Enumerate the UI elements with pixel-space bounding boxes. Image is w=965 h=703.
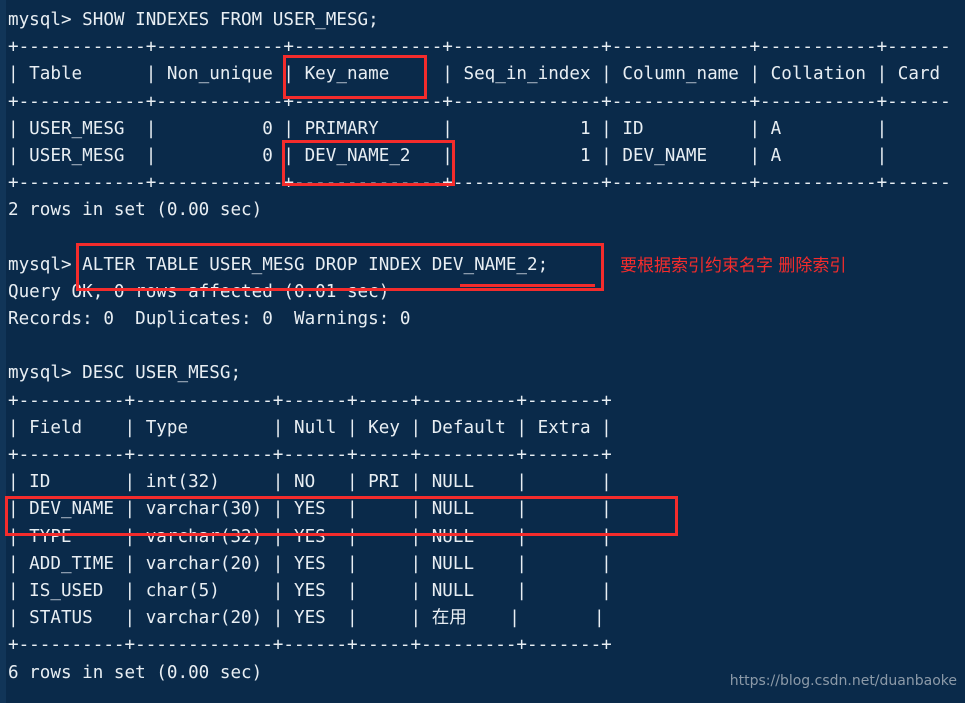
console-line-idx-sep-top: +------------+------------+-------------… (8, 37, 951, 58)
console-line-desc-header: | Field | Type | Null | Key | Default | … (8, 417, 612, 438)
console-line-idx-header: | Table | Non_unique | Key_name | Seq_in… (8, 64, 941, 85)
console-line-desc-row-devname: | DEV_NAME | varchar(30) | YES | | NULL … (8, 499, 612, 520)
console-output: mysql> SHOW INDEXES FROM USER_MESG; +----… (8, 7, 951, 687)
console-line-alter-query-ok: Query OK, 0 rows affected (0.01 sec) (8, 281, 390, 302)
mysql-terminal-window: mysql> SHOW INDEXES FROM USER_MESG; +----… (0, 0, 965, 703)
console-line-desc-row-type: | TYPE | varchar(32) | YES | | NULL | | (8, 526, 612, 547)
console-line-blank-2 (8, 333, 951, 360)
console-line-idx-sep-bottom: +------------+------------+-------------… (8, 173, 951, 194)
console-line-idx-row-primary: | USER_MESG | 0 | PRIMARY | 1 | ID | A | (8, 118, 941, 139)
console-line-desc-sep-top: +----------+-------------+------+-----+-… (8, 390, 612, 411)
console-line-cmd-desc: mysql> DESC USER_MESG; (8, 363, 242, 384)
console-line-desc-sep-mid: +----------+-------------+------+-----+-… (8, 445, 612, 465)
console-line-cmd-show-indexes: mysql> SHOW INDEXES FROM USER_MESG; (8, 10, 379, 30)
console-line-desc-row-isused: | IS_USED | char(5) | YES | | NULL | | (8, 580, 612, 601)
terminal-left-gutter (0, 0, 6, 703)
annotation-note: 要根据索引约束名字 删除索引 (620, 256, 847, 276)
console-line-alter-records: Records: 0 Duplicates: 0 Warnings: 0 (8, 309, 411, 330)
csdn-watermark: https://blog.csdn.net/duanbaoke (729, 672, 957, 689)
console-line-idx-row-devname2: | USER_MESG | 0 | DEV_NAME_2 | 1 | DEV_N… (8, 145, 941, 166)
console-line-desc-row-status: | STATUS | varchar(20) | YES | | 在用 | | (8, 608, 605, 629)
console-line-desc-row-addtime: | ADD_TIME | varchar(20) | YES | | NULL … (8, 553, 612, 574)
console-line-idx-sep-mid: +------------+------------+-------------… (8, 91, 951, 112)
console-line-idx-rowcount: 2 rows in set (0.00 sec) (8, 200, 263, 221)
console-line-blank-1 (8, 225, 951, 252)
console-line-desc-row-id: | ID | int(32) | NO | PRI | NULL | | (8, 472, 612, 493)
console-line-desc-sep-bottom: +----------+-------------+------+-----+-… (8, 635, 612, 656)
